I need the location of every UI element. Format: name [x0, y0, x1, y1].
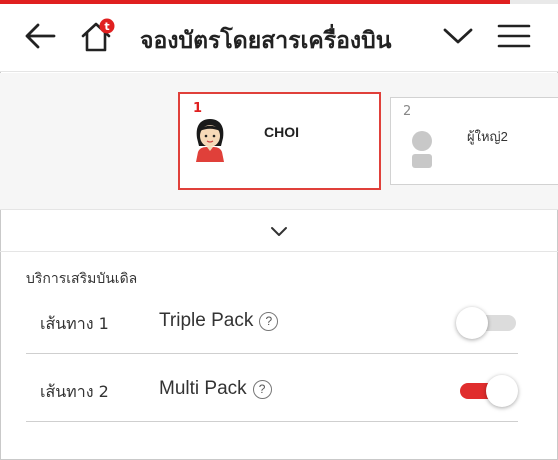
passenger-name: CHOI	[264, 124, 299, 140]
bundle-row: เส้นทาง 1 Triple Pack ?	[26, 288, 518, 354]
hamburger-menu-icon	[497, 23, 531, 53]
expand-passenger-details-button[interactable]	[0, 211, 558, 252]
home-button[interactable]: t	[78, 18, 118, 58]
bundle-toggle-switch[interactable]	[456, 307, 518, 339]
passenger-selector: 1 CHOI 2 ผู้ใหญ่2	[0, 73, 558, 210]
back-arrow-icon	[24, 22, 56, 54]
route-label: เส้นทาง 2	[40, 382, 109, 401]
toggle-knob	[486, 375, 518, 407]
chevron-down-icon	[270, 222, 288, 241]
chevron-down-icon	[442, 26, 474, 50]
pack-name-text: Multi Pack	[159, 378, 247, 399]
help-icon[interactable]: ?	[252, 379, 272, 399]
bundle-row: เส้นทาง 2 Multi Pack ?	[26, 356, 518, 422]
home-icon: t	[78, 17, 118, 59]
menu-button[interactable]	[494, 18, 534, 58]
back-button[interactable]	[20, 18, 60, 58]
person-placeholder-icon	[409, 130, 435, 172]
passenger-name: ผู้ใหญ่2	[467, 129, 508, 144]
passenger-number: 2	[403, 104, 412, 119]
section-title: บริการเสริมบันเดิล	[26, 271, 138, 287]
passenger-card-2[interactable]: 2 ผู้ใหญ่2	[390, 97, 558, 185]
pack-name: Triple Pack ?	[159, 310, 279, 332]
help-icon[interactable]: ?	[259, 311, 279, 331]
page-title: จองบัตรโดยสารเครื่องบิน	[140, 28, 392, 54]
header-bar: t จองบัตรโดยสารเครื่องบิน	[0, 4, 558, 72]
passenger-number: 1	[193, 101, 203, 116]
home-badge-label: t	[104, 20, 109, 33]
pack-name: Multi Pack ?	[159, 378, 272, 400]
bundle-toggle-switch[interactable]	[456, 375, 518, 407]
dropdown-button[interactable]	[438, 18, 478, 58]
toggle-knob	[456, 307, 488, 339]
pack-name-text: Triple Pack	[159, 310, 254, 331]
female-avatar-icon	[192, 116, 228, 166]
route-label: เส้นทาง 1	[40, 314, 109, 333]
passenger-card-1[interactable]: 1 CHOI	[178, 92, 381, 190]
